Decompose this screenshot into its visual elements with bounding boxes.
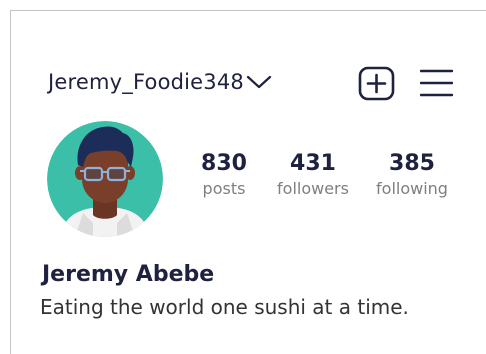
hamburger-menu-icon[interactable] (419, 68, 454, 98)
followers-label: followers (277, 179, 349, 198)
following-count: 385 (389, 151, 435, 176)
followers-count: 431 (290, 151, 336, 176)
following-stat[interactable]: 385 following (368, 150, 456, 200)
profile-header: Jeremy_Foodie348 (48, 62, 274, 102)
profile-bio: Eating the world one sushi at a time. (40, 295, 409, 319)
avatar-illustration (47, 121, 163, 237)
plus-square-icon[interactable] (358, 66, 395, 101)
chevron-down-icon[interactable] (246, 72, 274, 92)
posts-label: posts (202, 179, 246, 198)
avatar[interactable] (47, 121, 163, 237)
posts-stat[interactable]: 830 posts (196, 150, 252, 200)
username[interactable]: Jeremy_Foodie348 (48, 70, 244, 94)
profile-name: Jeremy Abebe (42, 262, 215, 287)
followers-stat[interactable]: 431 followers (270, 150, 356, 200)
posts-count: 830 (201, 151, 247, 176)
following-label: following (376, 179, 448, 198)
